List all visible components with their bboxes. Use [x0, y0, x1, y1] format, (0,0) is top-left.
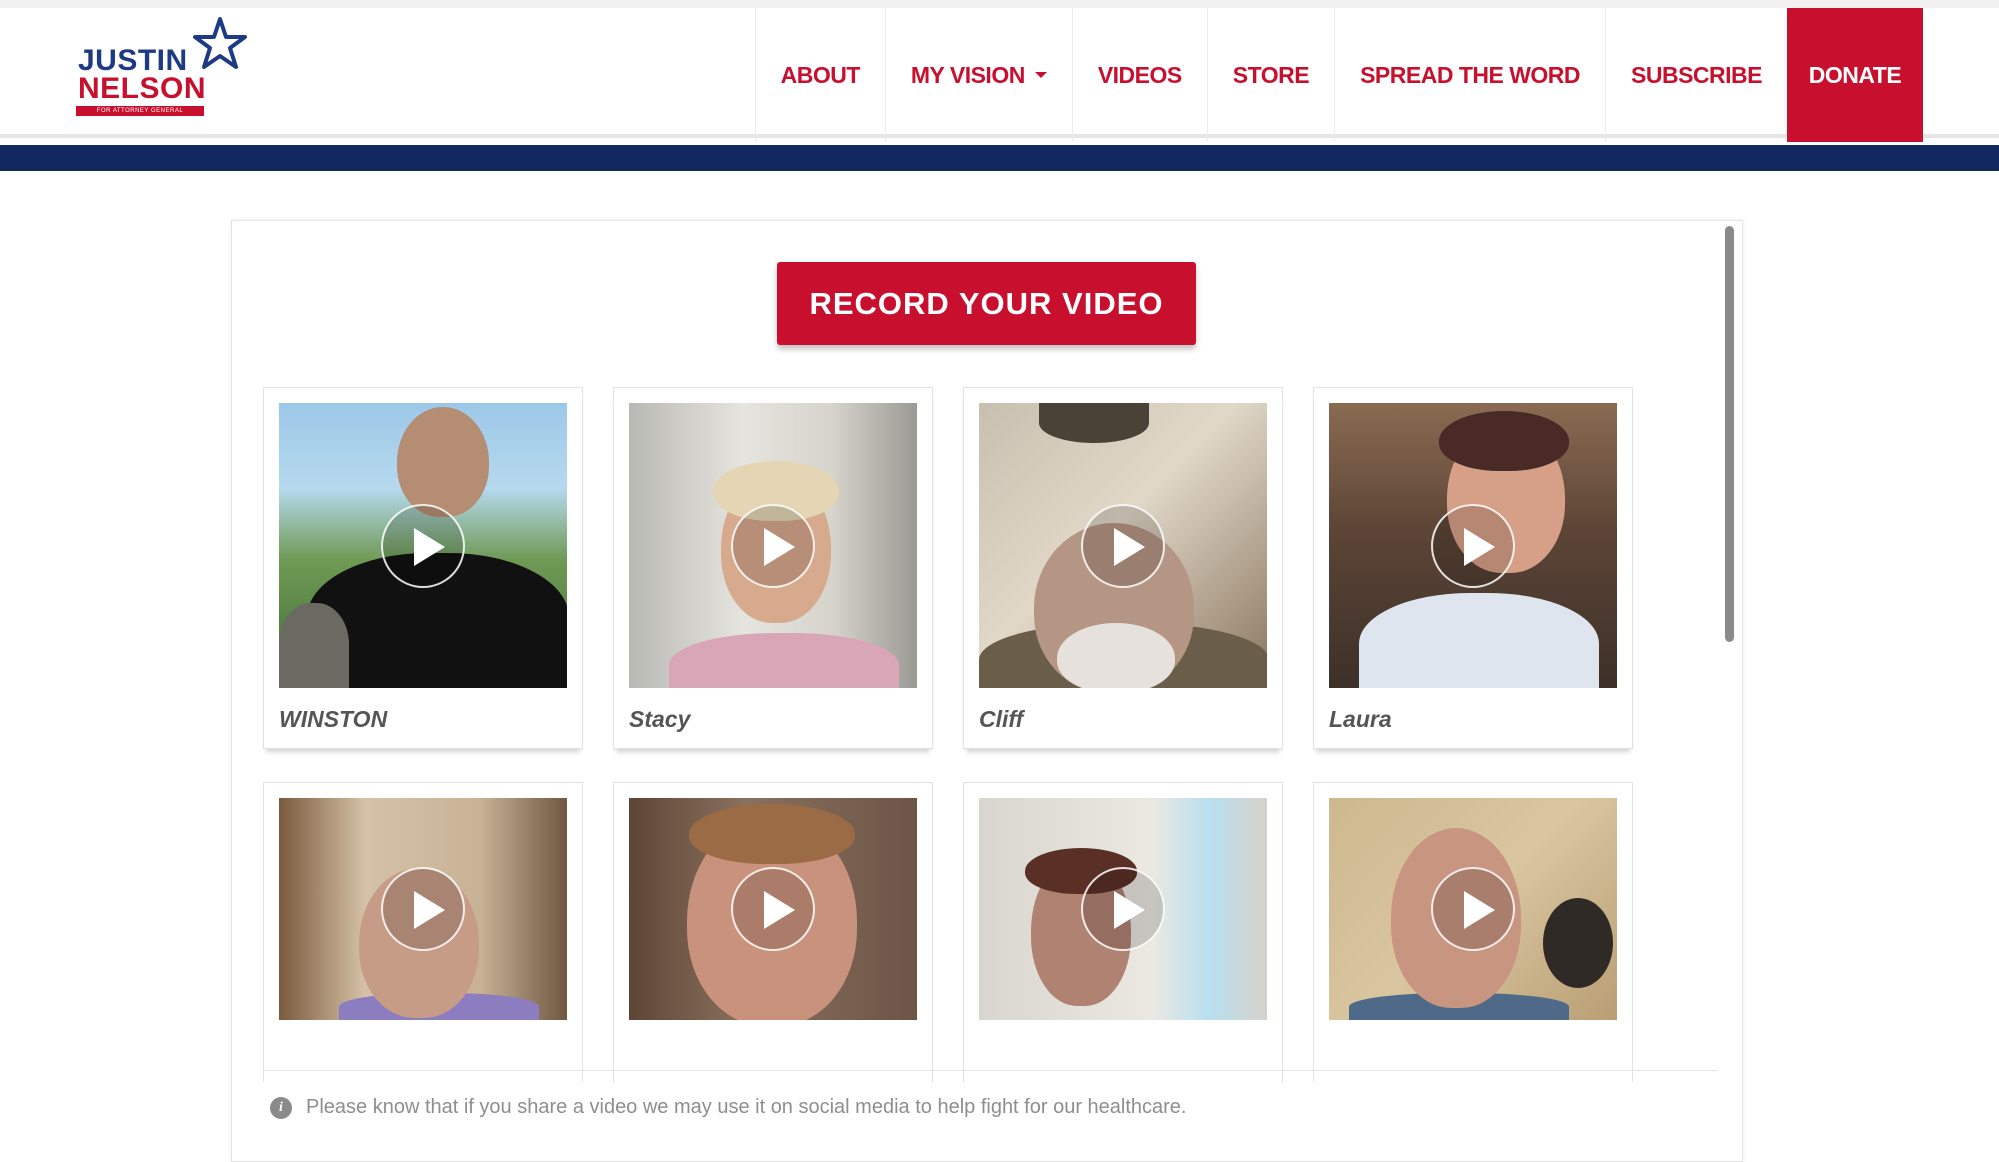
video-card[interactable] [963, 782, 1283, 1082]
play-icon [381, 867, 465, 951]
nav-subscribe-label: SUBSCRIBE [1631, 61, 1762, 88]
info-icon: i [270, 1096, 292, 1119]
video-card[interactable]: Cliff [963, 387, 1283, 749]
video-thumbnail [1329, 403, 1617, 688]
nav-store[interactable]: STORE [1206, 8, 1334, 142]
record-video-button[interactable]: RECORD YOUR VIDEO [777, 262, 1196, 345]
video-thumbnail [979, 403, 1267, 688]
nav-videos-label: VIDEOS [1097, 61, 1182, 88]
video-card[interactable] [1313, 782, 1633, 1082]
play-icon [1081, 503, 1165, 588]
video-author-name: Stacy [629, 706, 691, 732]
content-divider [263, 1070, 1718, 1071]
video-card[interactable]: WINSTON [263, 387, 583, 749]
play-icon [731, 503, 815, 588]
video-author-name: Laura [1329, 706, 1392, 732]
video-thumbnail [279, 403, 567, 688]
play-icon [1431, 867, 1515, 951]
video-card[interactable]: Stacy [613, 387, 933, 749]
play-icon [1081, 867, 1165, 951]
nav-my-vision[interactable]: MY VISION [884, 8, 1072, 142]
share-notice: i Please know that if you share a video … [270, 1096, 1187, 1119]
caret-down-icon [1034, 72, 1047, 78]
video-author-name: Cliff [979, 706, 1024, 732]
video-card[interactable] [263, 782, 583, 1082]
scrollbar-thumb[interactable] [1725, 226, 1734, 642]
video-thumbnail [1329, 798, 1617, 1020]
share-notice-text: Please know that if you share a video we… [306, 1096, 1187, 1118]
header-accent-bar [0, 145, 1999, 171]
nav-spread-the-word-label: SPREAD THE WORD [1360, 61, 1581, 88]
nav-subscribe[interactable]: SUBSCRIBE [1605, 8, 1787, 142]
video-thumbnail [629, 403, 917, 688]
nav-videos[interactable]: VIDEOS [1071, 8, 1207, 142]
top-border [0, 0, 1999, 8]
video-author-name: WINSTON [279, 706, 388, 732]
nav-my-vision-label: MY VISION [910, 61, 1025, 88]
donate-button-label: DONATE [1808, 61, 1902, 88]
site-logo[interactable]: JUSTIN NELSON FOR ATTORNEY GENERAL [74, 16, 247, 120]
logo-tagline: FOR ATTORNEY GENERAL [76, 106, 204, 116]
nav-about-label: ABOUT [780, 61, 861, 88]
video-card[interactable] [613, 782, 933, 1082]
star-icon [193, 17, 247, 69]
play-icon [381, 503, 465, 588]
video-thumbnail [279, 798, 567, 1020]
nav-about[interactable]: ABOUT [754, 8, 885, 142]
logo-last-name: NELSON [78, 72, 207, 105]
video-thumbnail [979, 798, 1267, 1020]
nav-spread-the-word[interactable]: SPREAD THE WORD [1334, 8, 1605, 142]
nav-store-label: STORE [1232, 61, 1310, 88]
video-card[interactable]: Laura [1313, 387, 1633, 749]
play-icon [731, 867, 815, 951]
play-icon [1431, 503, 1515, 588]
donate-button[interactable]: DONATE [1787, 8, 1923, 142]
main-nav: ABOUT MY VISION VIDEOS STORE SPREAD THE … [754, 8, 1923, 142]
video-thumbnail [629, 798, 917, 1020]
